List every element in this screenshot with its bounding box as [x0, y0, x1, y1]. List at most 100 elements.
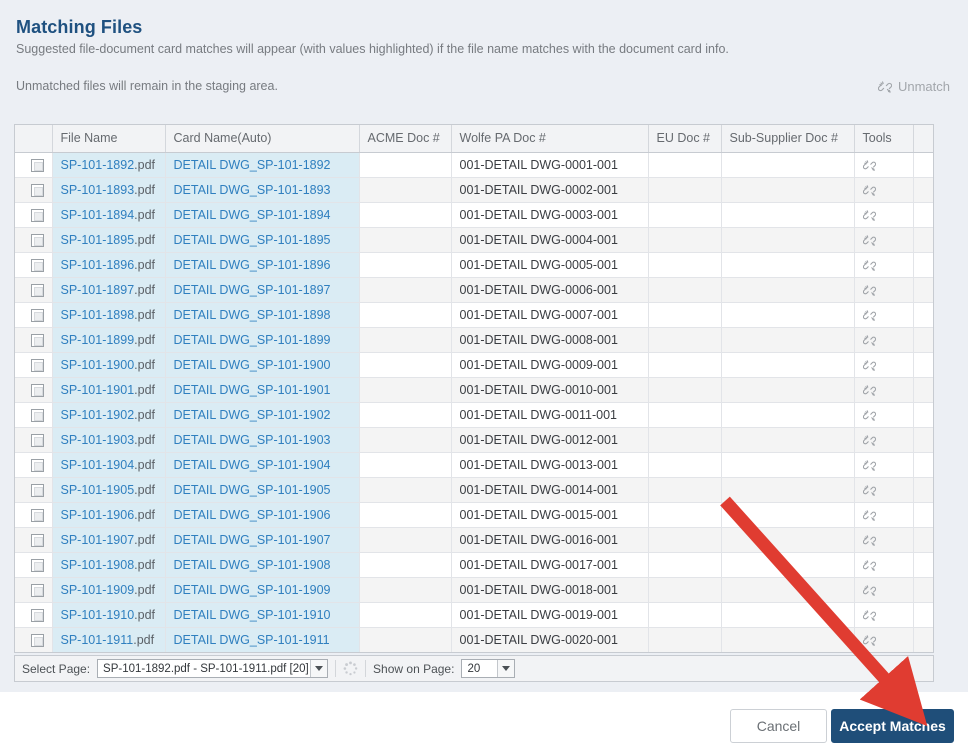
row-checkbox-cell[interactable]	[15, 502, 53, 528]
cell-file-name[interactable]: SP-101-1899.pdf	[52, 327, 166, 353]
table-row[interactable]: SP-101-1894.pdf DETAIL DWG_SP-101-1894 0…	[15, 202, 933, 228]
cell-file-name[interactable]: SP-101-1895.pdf	[52, 227, 166, 253]
cell-card-name[interactable]: DETAIL DWG_SP-101-1911	[165, 627, 360, 652]
broken-link-icon[interactable]	[862, 259, 876, 272]
cell-file-name[interactable]: SP-101-1898.pdf	[52, 302, 166, 328]
cell-card-name[interactable]: DETAIL DWG_SP-101-1898	[165, 302, 360, 328]
table-row[interactable]: SP-101-1907.pdf DETAIL DWG_SP-101-1907 0…	[15, 527, 933, 553]
row-checkbox-cell[interactable]	[15, 552, 53, 578]
cell-tools[interactable]	[854, 452, 914, 478]
row-checkbox-cell[interactable]	[15, 302, 53, 328]
row-checkbox-cell[interactable]	[15, 277, 53, 303]
cancel-button[interactable]: Cancel	[730, 709, 827, 743]
row-checkbox[interactable]	[30, 183, 44, 197]
cell-file-name[interactable]: SP-101-1907.pdf	[52, 527, 166, 553]
cell-tools[interactable]	[854, 427, 914, 453]
cell-tools[interactable]	[854, 327, 914, 353]
row-checkbox[interactable]	[30, 583, 44, 597]
cell-tools[interactable]	[854, 627, 914, 652]
cell-file-name[interactable]: SP-101-1893.pdf	[52, 177, 166, 203]
row-checkbox-cell[interactable]	[15, 352, 53, 378]
row-checkbox-cell[interactable]	[15, 477, 53, 503]
broken-link-icon[interactable]	[862, 159, 876, 172]
cell-tools[interactable]	[854, 152, 914, 178]
row-checkbox[interactable]	[30, 158, 44, 172]
table-row[interactable]: SP-101-1909.pdf DETAIL DWG_SP-101-1909 0…	[15, 577, 933, 603]
row-checkbox[interactable]	[30, 208, 44, 222]
table-row[interactable]: SP-101-1911.pdf DETAIL DWG_SP-101-1911 0…	[15, 627, 933, 652]
broken-link-icon[interactable]	[862, 359, 876, 372]
cell-card-name[interactable]: DETAIL DWG_SP-101-1896	[165, 252, 360, 278]
broken-link-icon[interactable]	[862, 409, 876, 422]
cell-file-name[interactable]: SP-101-1903.pdf	[52, 427, 166, 453]
column-header-wolfe-pa-doc[interactable]: Wolfe PA Doc #	[451, 125, 649, 153]
row-checkbox[interactable]	[30, 408, 44, 422]
broken-link-icon[interactable]	[862, 559, 876, 572]
row-checkbox[interactable]	[30, 233, 44, 247]
cell-card-name[interactable]: DETAIL DWG_SP-101-1901	[165, 377, 360, 403]
cell-tools[interactable]	[854, 352, 914, 378]
column-header-card-name[interactable]: Card Name(Auto)	[165, 125, 360, 153]
cell-card-name[interactable]: DETAIL DWG_SP-101-1900	[165, 352, 360, 378]
broken-link-icon[interactable]	[862, 509, 876, 522]
cell-tools[interactable]	[854, 277, 914, 303]
cell-card-name[interactable]: DETAIL DWG_SP-101-1899	[165, 327, 360, 353]
cell-tools[interactable]	[854, 302, 914, 328]
table-row[interactable]: SP-101-1906.pdf DETAIL DWG_SP-101-1906 0…	[15, 502, 933, 528]
show-on-page-dropdown[interactable]: 20	[461, 659, 516, 678]
row-checkbox[interactable]	[30, 283, 44, 297]
cell-file-name[interactable]: SP-101-1896.pdf	[52, 252, 166, 278]
broken-link-icon[interactable]	[862, 209, 876, 222]
broken-link-icon[interactable]	[862, 609, 876, 622]
cell-tools[interactable]	[854, 477, 914, 503]
cell-tools[interactable]	[854, 377, 914, 403]
cell-card-name[interactable]: DETAIL DWG_SP-101-1909	[165, 577, 360, 603]
cell-card-name[interactable]: DETAIL DWG_SP-101-1905	[165, 477, 360, 503]
row-checkbox[interactable]	[30, 258, 44, 272]
cell-file-name[interactable]: SP-101-1897.pdf	[52, 277, 166, 303]
accept-matches-button[interactable]: Accept Matches	[831, 709, 954, 743]
cell-tools[interactable]	[854, 602, 914, 628]
broken-link-icon[interactable]	[862, 334, 876, 347]
cell-card-name[interactable]: DETAIL DWG_SP-101-1892	[165, 152, 360, 178]
table-row[interactable]: SP-101-1905.pdf DETAIL DWG_SP-101-1905 0…	[15, 477, 933, 503]
cell-tools[interactable]	[854, 252, 914, 278]
broken-link-icon[interactable]	[862, 309, 876, 322]
row-checkbox[interactable]	[30, 558, 44, 572]
table-row[interactable]: SP-101-1892.pdf DETAIL DWG_SP-101-1892 0…	[15, 152, 933, 178]
cell-tools[interactable]	[854, 552, 914, 578]
cell-file-name[interactable]: SP-101-1910.pdf	[52, 602, 166, 628]
table-row[interactable]: SP-101-1903.pdf DETAIL DWG_SP-101-1903 0…	[15, 427, 933, 453]
row-checkbox-cell[interactable]	[15, 152, 53, 178]
row-checkbox[interactable]	[30, 333, 44, 347]
table-row[interactable]: SP-101-1895.pdf DETAIL DWG_SP-101-1895 0…	[15, 227, 933, 253]
row-checkbox[interactable]	[30, 633, 44, 647]
table-row[interactable]: SP-101-1898.pdf DETAIL DWG_SP-101-1898 0…	[15, 302, 933, 328]
row-checkbox-cell[interactable]	[15, 227, 53, 253]
cell-card-name[interactable]: DETAIL DWG_SP-101-1897	[165, 277, 360, 303]
row-checkbox-cell[interactable]	[15, 202, 53, 228]
cell-file-name[interactable]: SP-101-1905.pdf	[52, 477, 166, 503]
cell-tools[interactable]	[854, 202, 914, 228]
cell-card-name[interactable]: DETAIL DWG_SP-101-1907	[165, 527, 360, 553]
column-header-select[interactable]	[15, 125, 53, 153]
table-row[interactable]: SP-101-1904.pdf DETAIL DWG_SP-101-1904 0…	[15, 452, 933, 478]
row-checkbox-cell[interactable]	[15, 577, 53, 603]
table-row[interactable]: SP-101-1897.pdf DETAIL DWG_SP-101-1897 0…	[15, 277, 933, 303]
cell-card-name[interactable]: DETAIL DWG_SP-101-1904	[165, 452, 360, 478]
row-checkbox-cell[interactable]	[15, 627, 53, 652]
row-checkbox-cell[interactable]	[15, 427, 53, 453]
column-header-file-name[interactable]: File Name	[52, 125, 166, 153]
column-header-eu-doc[interactable]: EU Doc #	[648, 125, 722, 153]
table-row[interactable]: SP-101-1908.pdf DETAIL DWG_SP-101-1908 0…	[15, 552, 933, 578]
table-row[interactable]: SP-101-1899.pdf DETAIL DWG_SP-101-1899 0…	[15, 327, 933, 353]
cell-file-name[interactable]: SP-101-1906.pdf	[52, 502, 166, 528]
table-row[interactable]: SP-101-1893.pdf DETAIL DWG_SP-101-1893 0…	[15, 177, 933, 203]
row-checkbox[interactable]	[30, 308, 44, 322]
cell-tools[interactable]	[854, 227, 914, 253]
table-row[interactable]: SP-101-1901.pdf DETAIL DWG_SP-101-1901 0…	[15, 377, 933, 403]
cell-card-name[interactable]: DETAIL DWG_SP-101-1903	[165, 427, 360, 453]
cell-tools[interactable]	[854, 177, 914, 203]
row-checkbox-cell[interactable]	[15, 402, 53, 428]
cell-card-name[interactable]: DETAIL DWG_SP-101-1895	[165, 227, 360, 253]
